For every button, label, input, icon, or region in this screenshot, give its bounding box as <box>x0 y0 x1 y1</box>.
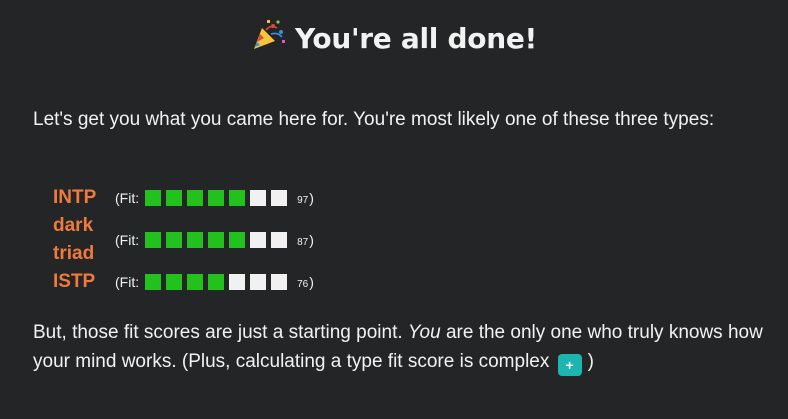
fit-square-empty <box>250 190 267 206</box>
expand-button[interactable]: + <box>557 354 582 376</box>
type-row: ISTP (Fit: 76) <box>53 268 314 296</box>
fit-score: (Fit: 76) <box>115 274 314 290</box>
fit-square-empty <box>271 274 288 290</box>
page-title: You're all done! <box>0 18 788 60</box>
intro-text: Let's get you what you came here for. Yo… <box>33 109 715 130</box>
type-row: INTP (Fit: 97) <box>53 184 314 212</box>
fit-square-filled <box>208 232 225 248</box>
fit-square-empty <box>250 274 267 290</box>
type-row: dark triad (Fit: 87) <box>53 212 314 268</box>
fit-square-filled <box>166 232 183 248</box>
fit-square-filled <box>187 274 204 290</box>
fit-square-empty <box>229 274 246 290</box>
fit-square-filled <box>208 274 225 290</box>
outro-text: But, those fit scores are just a startin… <box>33 318 763 376</box>
type-name: dark triad <box>53 215 95 264</box>
type-list: INTP (Fit: 97) dark triad (Fit: 87) ISTP (Fit: 7… <box>53 184 314 296</box>
fit-square-empty <box>271 190 288 206</box>
fit-square-filled <box>187 190 204 206</box>
outro-part3: ) <box>587 351 594 372</box>
fit-square-filled <box>208 190 225 206</box>
fit-suffix: ) <box>309 190 314 206</box>
outro-emphasis: You <box>407 322 441 343</box>
fit-square-filled <box>229 190 246 206</box>
fit-square-filled <box>145 190 162 206</box>
fit-score-value: 97 <box>297 194 309 206</box>
fit-label: (Fit: <box>115 274 140 290</box>
type-name: INTP <box>53 187 97 208</box>
fit-suffix: ) <box>309 274 314 290</box>
fit-label: (Fit: <box>115 232 140 248</box>
fit-square-filled <box>145 274 162 290</box>
fit-score: (Fit: 97) <box>115 190 314 206</box>
page-title-text: You're all done! <box>294 22 537 55</box>
fit-square-filled <box>145 232 162 248</box>
fit-square-filled <box>166 190 183 206</box>
fit-score-value: 87 <box>297 236 309 248</box>
fit-square-empty <box>271 232 288 248</box>
fit-square-filled <box>229 232 246 248</box>
fit-score-value: 76 <box>297 278 309 290</box>
fit-square-empty <box>250 232 267 248</box>
type-name: ISTP <box>53 271 96 292</box>
fit-label: (Fit: <box>115 190 140 206</box>
party-popper-icon <box>253 20 285 49</box>
fit-square-filled <box>166 274 183 290</box>
outro-part1: But, those fit scores are just a startin… <box>33 322 408 343</box>
fit-suffix: ) <box>309 232 314 248</box>
fit-square-filled <box>187 232 204 248</box>
fit-score: (Fit: 87) <box>115 232 314 248</box>
